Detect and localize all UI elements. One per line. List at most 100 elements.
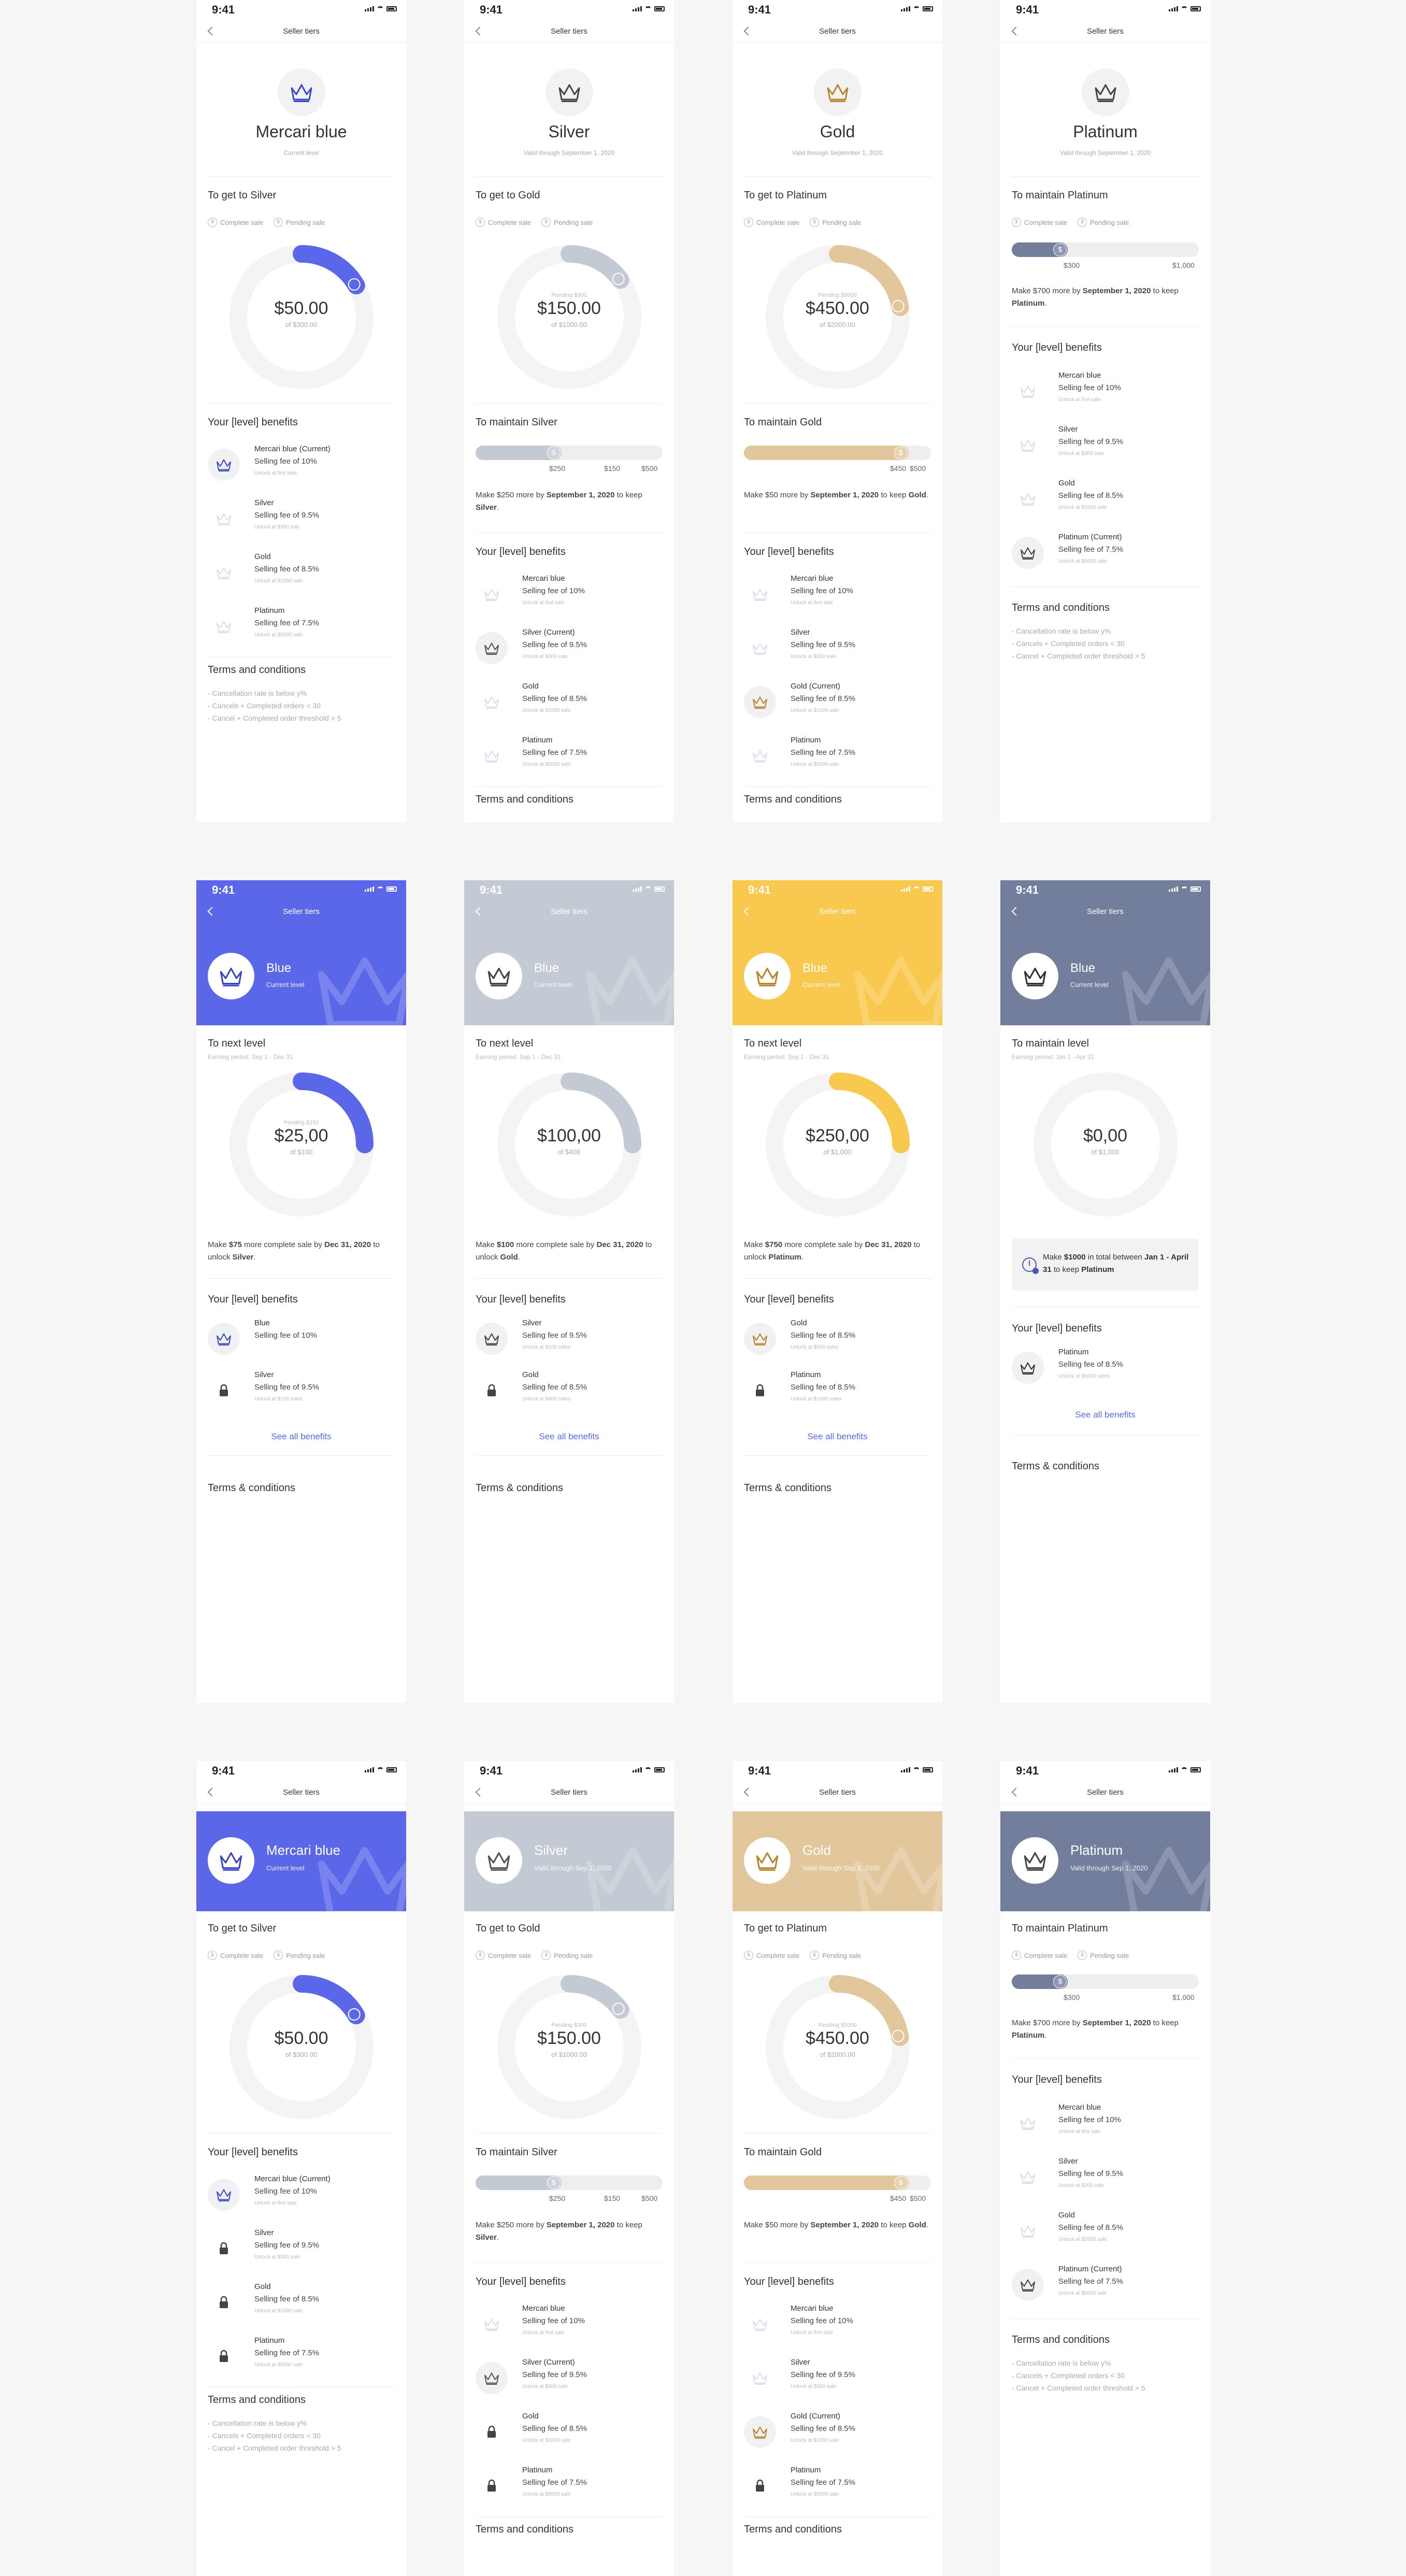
dollar-icon: $: [894, 2176, 908, 2189]
ring-label: $0,00 of $1,000: [1000, 1126, 1210, 1156]
see-all-benefits-link[interactable]: See all benefits: [733, 1432, 942, 1442]
divider: [744, 176, 931, 177]
status-bar: 9:41: [196, 0, 406, 21]
benefit-fee: Selling fee of 7.5%: [791, 2478, 856, 2487]
benefit-unlock: Unlock at $1000 sale: [522, 2438, 571, 2443]
benefit-unlock: Unlock at $300 sale: [791, 654, 836, 660]
benefit-unlock: Unlock at $5000 sale: [522, 762, 571, 767]
nav-bar: Seller tiers: [1000, 1783, 1210, 1804]
benefit-name: Gold (Current): [791, 2412, 840, 2421]
battery-icon: [1190, 886, 1201, 892]
goal-title: To next level: [208, 1038, 266, 1049]
crown-icon: [291, 84, 312, 102]
phone-screen: 9:41 Seller tiers Mercari blue Current leve…: [196, 0, 406, 822]
benefit-name: Gold: [1058, 2211, 1075, 2220]
dollar-icon: $: [810, 1951, 820, 1960]
see-all-benefits-link[interactable]: See all benefits: [196, 1432, 406, 1442]
legend-complete: $ Complete sale: [476, 218, 531, 227]
terms-link[interactable]: Terms & conditions: [1012, 1461, 1099, 1472]
target-amount: of $300.00: [285, 2051, 318, 2058]
maintain-message: Make $700 more by September 1, 2020 to k…: [1012, 287, 1179, 308]
benefit-name: Platinum (Current): [1058, 533, 1122, 541]
benefit-unlock: Unlock at first sale: [1058, 397, 1101, 403]
hero-title: Blue: [534, 961, 559, 975]
benefit-unlock: Unlock at $5000 sales: [1058, 1373, 1110, 1379]
pending-amount: Pending $5000: [818, 292, 857, 298]
benefit-name: Gold: [254, 552, 271, 561]
benefit-fee: Selling fee of 8.5%: [791, 2424, 856, 2433]
progress-label: $150: [604, 2194, 621, 2202]
maintain-title: To maintain Silver: [476, 2146, 557, 2158]
legend-complete: $ Complete sale: [744, 218, 799, 227]
status-icons: [365, 1767, 397, 1772]
benefits-title: Your [level] benefits: [1012, 2074, 1102, 2085]
tier-name: Gold: [820, 122, 855, 141]
legend-pending: $ Pending sale: [541, 1951, 593, 1960]
hero-crown: [744, 953, 791, 999]
benefit-unlock: Unlock at $300 sale: [254, 524, 300, 530]
nav-bar: Seller tiers: [464, 1783, 674, 1804]
battery-icon: [923, 1767, 933, 1772]
benefit-unlock: Unlock at $1000 sale: [791, 708, 839, 713]
terms-link[interactable]: Terms & conditions: [476, 1482, 563, 1494]
goal-title: To get to Gold: [476, 1923, 540, 1934]
clock-icon: [1022, 1257, 1039, 1274]
wifi-icon: [377, 886, 384, 892]
benefit-name: Platinum: [791, 736, 821, 745]
benefit-name: Gold: [791, 1319, 807, 1327]
crown-icon: [744, 1323, 776, 1355]
benefit-name: Mercari blue: [791, 2304, 834, 2313]
benefit-item: Mercari blue Selling fee of 10% Unlock at …: [744, 574, 930, 621]
crown-icon: [744, 2416, 776, 2448]
progress-label: $250: [549, 464, 566, 473]
crown-icon: [208, 610, 240, 642]
status-bar: 9:41: [464, 880, 674, 901]
benefit-item: Platinum Selling fee of 7.5% Unlock at $50…: [744, 2466, 930, 2512]
phone-screen: Blue Current level 9:41 Seller tiers To next…: [196, 880, 406, 1703]
benefit-item: Gold Selling fee of 8.5% Unlock at $1000 s…: [1012, 2211, 1198, 2257]
legend-pending: $ Pending sale: [274, 218, 325, 227]
wifi-icon: [644, 1767, 652, 1772]
hero-title: Blue: [266, 961, 292, 975]
terms-link[interactable]: Terms & conditions: [208, 1482, 295, 1494]
signal-icon: [365, 1767, 374, 1772]
benefit-unlock: Unlock at $300 sale: [522, 2384, 568, 2389]
progress-label: $500: [641, 464, 658, 473]
terms-link[interactable]: Terms & conditions: [744, 1482, 831, 1494]
status-time: 9:41: [748, 1764, 771, 1777]
maintain-message: Make $250 more by September 1, 2020 to k…: [476, 491, 642, 512]
maintain-message: Make $50 more by September 1, 2020 to ke…: [744, 491, 929, 499]
nav-bar: Seller tiers: [196, 902, 406, 923]
divider: [476, 403, 663, 404]
progress-label: $500: [910, 464, 926, 473]
battery-icon: [654, 886, 665, 892]
terms-list: - Cancellation rate is below y% - Cancels…: [208, 687, 341, 724]
benefits-title: Your [level] benefits: [1012, 342, 1102, 353]
legend-complete: $ Complete sale: [208, 1951, 263, 1960]
benefit-item: Mercari blue (Current) Selling fee of 10%…: [208, 445, 394, 491]
wifi-icon: [644, 886, 652, 892]
maintain-info-box: Make $1000 in total between Jan 1 - Apri…: [1012, 1239, 1199, 1291]
crown-icon: [827, 84, 848, 102]
hero-crown: [744, 1837, 791, 1884]
tier-subtitle: Valid through September 1, 2020: [792, 149, 883, 156]
benefit-fee: Selling fee of 8.5%: [791, 694, 856, 703]
ring-legend: $ Complete sale $ Pending sale: [1012, 1951, 1129, 1960]
lock-icon: [208, 1375, 240, 1407]
nav-title: Seller tiers: [1087, 907, 1124, 916]
benefit-item: Silver Selling fee of 9.5% Unlock at $300 …: [208, 498, 394, 545]
hero-crown: [1012, 1837, 1058, 1884]
dollar-icon: $: [547, 446, 561, 460]
hero-subtitle: Valid through Sep 1, 2020: [1070, 1864, 1148, 1872]
signal-icon: [901, 886, 910, 892]
battery-icon: [386, 886, 397, 892]
benefit-name: Platinum: [522, 2466, 553, 2474]
see-all-benefits-link[interactable]: See all benefits: [1000, 1410, 1210, 1420]
see-all-benefits-link[interactable]: See all benefits: [464, 1432, 674, 1442]
maintain-title: To maintain Silver: [476, 417, 557, 428]
wifi-icon: [644, 6, 652, 11]
crown-icon: [1012, 2269, 1044, 2301]
current-amount: $150.00: [537, 298, 601, 318]
benefit-item: Gold Selling fee of 8.5% Unlock at $400 sa…: [476, 1370, 662, 1417]
status-icons: [901, 6, 933, 11]
